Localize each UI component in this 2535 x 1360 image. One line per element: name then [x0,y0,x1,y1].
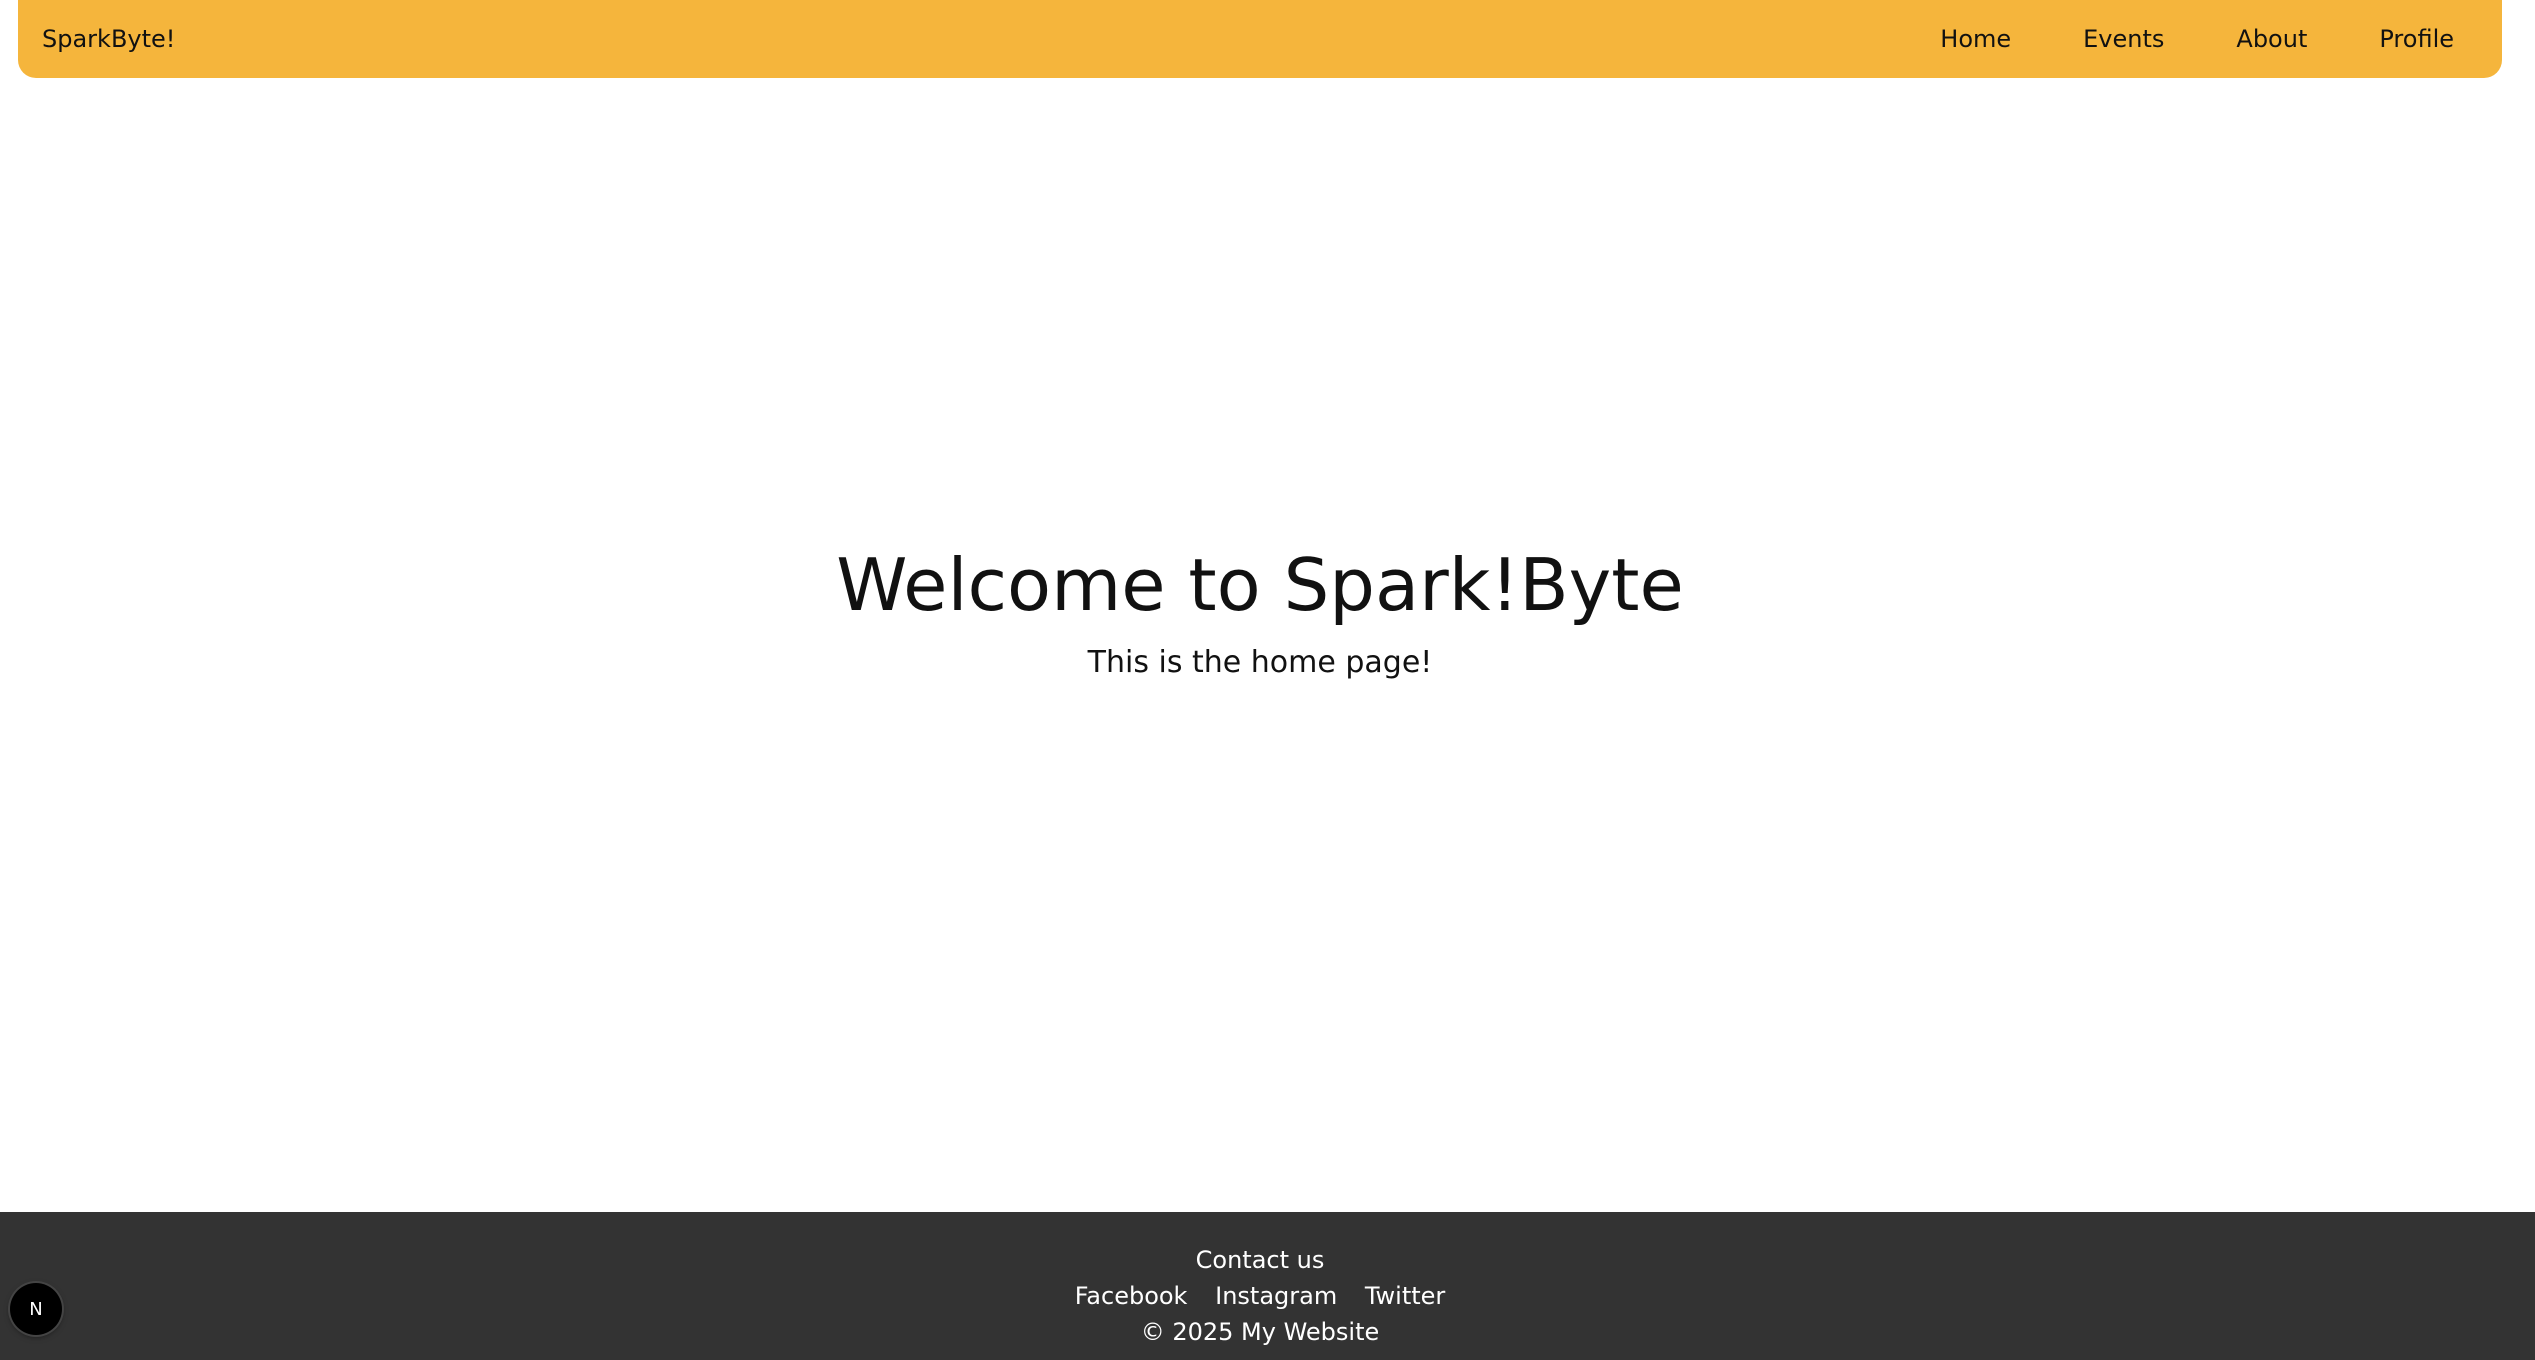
nav-link-about[interactable]: About [2236,25,2307,53]
top-navbar: SparkByte! Home Events About Profile [18,0,2502,78]
footer: Contact us Facebook Instagram Twitter © … [0,1212,2535,1360]
nextjs-dev-badge[interactable]: N [10,1283,62,1335]
hero-section: Welcome to Spark!Byte This is the home p… [0,535,2520,683]
nav-links: Home Events About Profile [1868,25,2454,53]
footer-social-links: Facebook Instagram Twitter [0,1278,2520,1314]
nav-link-events[interactable]: Events [2083,25,2164,53]
twitter-link[interactable]: Twitter [1365,1282,1445,1310]
svg-text:N: N [29,1299,42,1320]
brand-link[interactable]: SparkByte! [42,25,175,53]
nav-link-profile[interactable]: Profile [2379,25,2454,53]
nav-link-home[interactable]: Home [1940,25,2011,53]
nextjs-logo-icon: N [29,1299,42,1320]
footer-contact-label: Contact us [1195,1246,1325,1274]
page-subtitle: This is the home page! [1087,645,1433,680]
footer-content: Contact us Facebook Instagram Twitter © … [0,1242,2520,1350]
footer-copyright: © 2025 My Website [1140,1318,1380,1346]
page: SparkByte! Home Events About Profile Wel… [0,0,2535,1360]
instagram-link[interactable]: Instagram [1215,1282,1337,1310]
facebook-link[interactable]: Facebook [1075,1282,1188,1310]
page-title: Welcome to Spark!Byte [836,543,1684,627]
